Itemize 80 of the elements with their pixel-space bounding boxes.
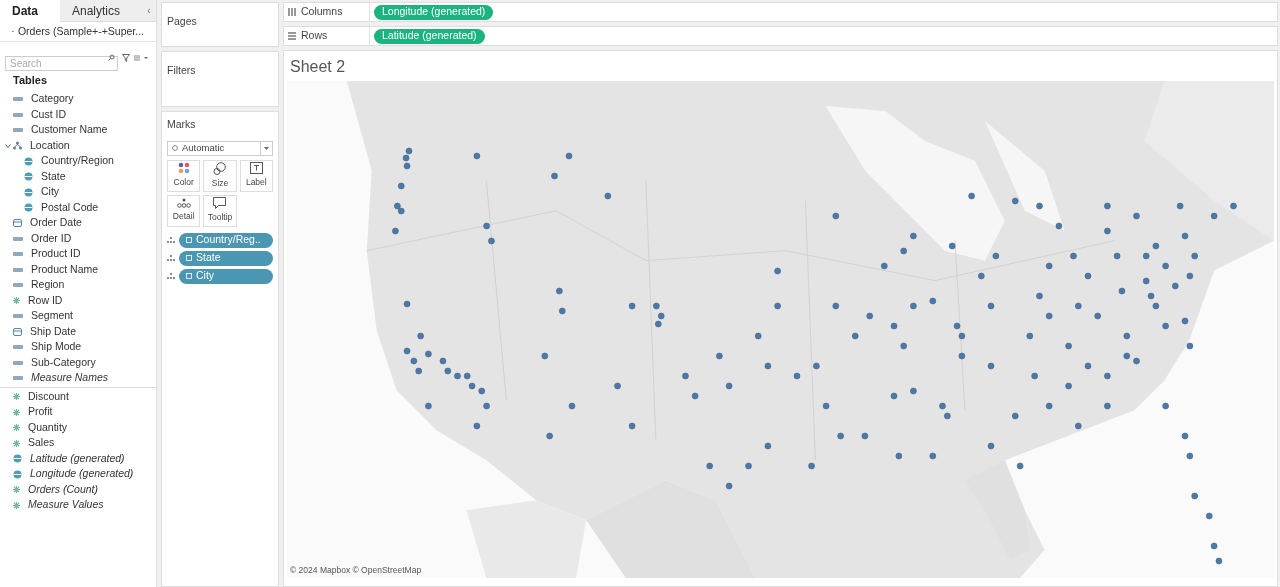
shelf-label: Columns xyxy=(301,4,343,20)
globe-icon xyxy=(13,469,22,479)
field-name[interactable]: Order ID xyxy=(31,230,72,247)
field-name[interactable]: Longitude (generated) xyxy=(30,466,134,483)
field-name[interactable]: Order Date xyxy=(30,215,82,232)
field-name[interactable]: Region xyxy=(31,277,65,294)
detail-dots-icon xyxy=(167,237,175,244)
field-name[interactable]: Ship Mode xyxy=(31,339,82,356)
globe-icon xyxy=(24,172,33,182)
number-type-icon xyxy=(13,439,20,447)
field-name[interactable]: Cust ID xyxy=(31,106,66,123)
mark-property-button[interactable]: Tooltip xyxy=(203,194,237,227)
plus-box-icon xyxy=(186,237,192,244)
field-name[interactable]: Quantity xyxy=(28,419,68,436)
field-name[interactable]: Discount xyxy=(28,388,69,405)
data-source-name[interactable]: Orders (Sample+-+Super... xyxy=(17,23,144,40)
number-type-icon xyxy=(13,393,20,401)
detail-dots-icon xyxy=(167,273,175,280)
globe-icon xyxy=(24,187,33,197)
field-name[interactable]: Measure Values xyxy=(28,497,104,514)
search-icon xyxy=(108,54,115,61)
mark-property-button[interactable]: Detail xyxy=(167,194,201,227)
color-dots-icon xyxy=(177,162,190,175)
field-name[interactable]: City xyxy=(41,184,60,201)
field-name[interactable]: Segment xyxy=(31,308,74,325)
field-name[interactable]: Measure Names xyxy=(31,370,109,387)
filter-icon[interactable] xyxy=(122,53,130,62)
speech-bubble-icon xyxy=(213,197,227,210)
globe-icon xyxy=(24,203,33,213)
shelf-label: Rows xyxy=(301,28,328,44)
field-name[interactable]: Category xyxy=(31,91,74,108)
field-name[interactable]: Product ID xyxy=(31,246,81,263)
field-name[interactable]: Profit xyxy=(28,404,53,421)
field-name[interactable]: Latitude (generated) xyxy=(30,450,125,467)
field-name[interactable]: Location xyxy=(30,137,70,154)
map-attribution: © 2024 Mapbox © OpenStreetMap xyxy=(290,564,422,577)
card-title: Filters xyxy=(167,64,196,76)
text-type-icon xyxy=(13,313,23,320)
section-heading: Tables xyxy=(12,73,49,88)
field-name[interactable]: Orders (Count) xyxy=(28,481,99,498)
globe-icon xyxy=(24,156,33,166)
search-field[interactable]: Search xyxy=(5,56,118,71)
field-name[interactable]: Row ID xyxy=(28,292,63,309)
field-name[interactable]: Ship Date xyxy=(30,323,77,340)
circle-icon xyxy=(172,145,178,152)
field-name[interactable]: Country/Region xyxy=(41,153,114,170)
number-type-icon xyxy=(13,501,20,509)
columns-icon xyxy=(288,8,296,16)
detail-dots-icon xyxy=(176,198,191,209)
plus-box-icon xyxy=(186,273,192,280)
field-name[interactable]: Sub-Category xyxy=(31,354,96,371)
text-label-icon xyxy=(249,162,263,175)
size-circles-icon xyxy=(213,161,227,175)
mark-type-dropdown[interactable]: Automatic xyxy=(167,140,273,156)
hierarchy-icon xyxy=(13,141,22,151)
card-title: Pages xyxy=(167,15,197,27)
number-type-icon xyxy=(13,424,20,432)
mark-property-button[interactable]: Color xyxy=(167,159,201,192)
field-name[interactable]: State xyxy=(41,168,66,185)
number-type-icon xyxy=(13,486,20,494)
field-name[interactable]: Sales xyxy=(28,435,55,452)
number-type-icon xyxy=(13,408,20,416)
panel-tab[interactable]: Analytics xyxy=(60,0,142,22)
globe-icon xyxy=(13,454,22,464)
field-name[interactable]: Postal Code xyxy=(41,199,99,216)
calendar-icon xyxy=(13,327,22,336)
field-name[interactable]: Customer Name xyxy=(31,122,108,139)
calendar-icon xyxy=(13,219,22,228)
expand-caret-icon[interactable] xyxy=(5,142,11,149)
number-type-icon xyxy=(13,297,20,305)
mark-property-button[interactable]: Size xyxy=(203,159,237,192)
rows-icon xyxy=(288,32,296,40)
collapse-button[interactable]: ‹ xyxy=(142,0,156,22)
caret-icon xyxy=(264,146,269,150)
field-name[interactable]: Product Name xyxy=(31,261,99,278)
detail-dots-icon xyxy=(167,255,175,262)
plus-box-icon xyxy=(186,255,192,262)
sheet-title: Sheet 2 xyxy=(289,57,347,77)
card-title: Marks xyxy=(167,117,197,132)
mark-property-button[interactable]: Label xyxy=(239,159,273,192)
